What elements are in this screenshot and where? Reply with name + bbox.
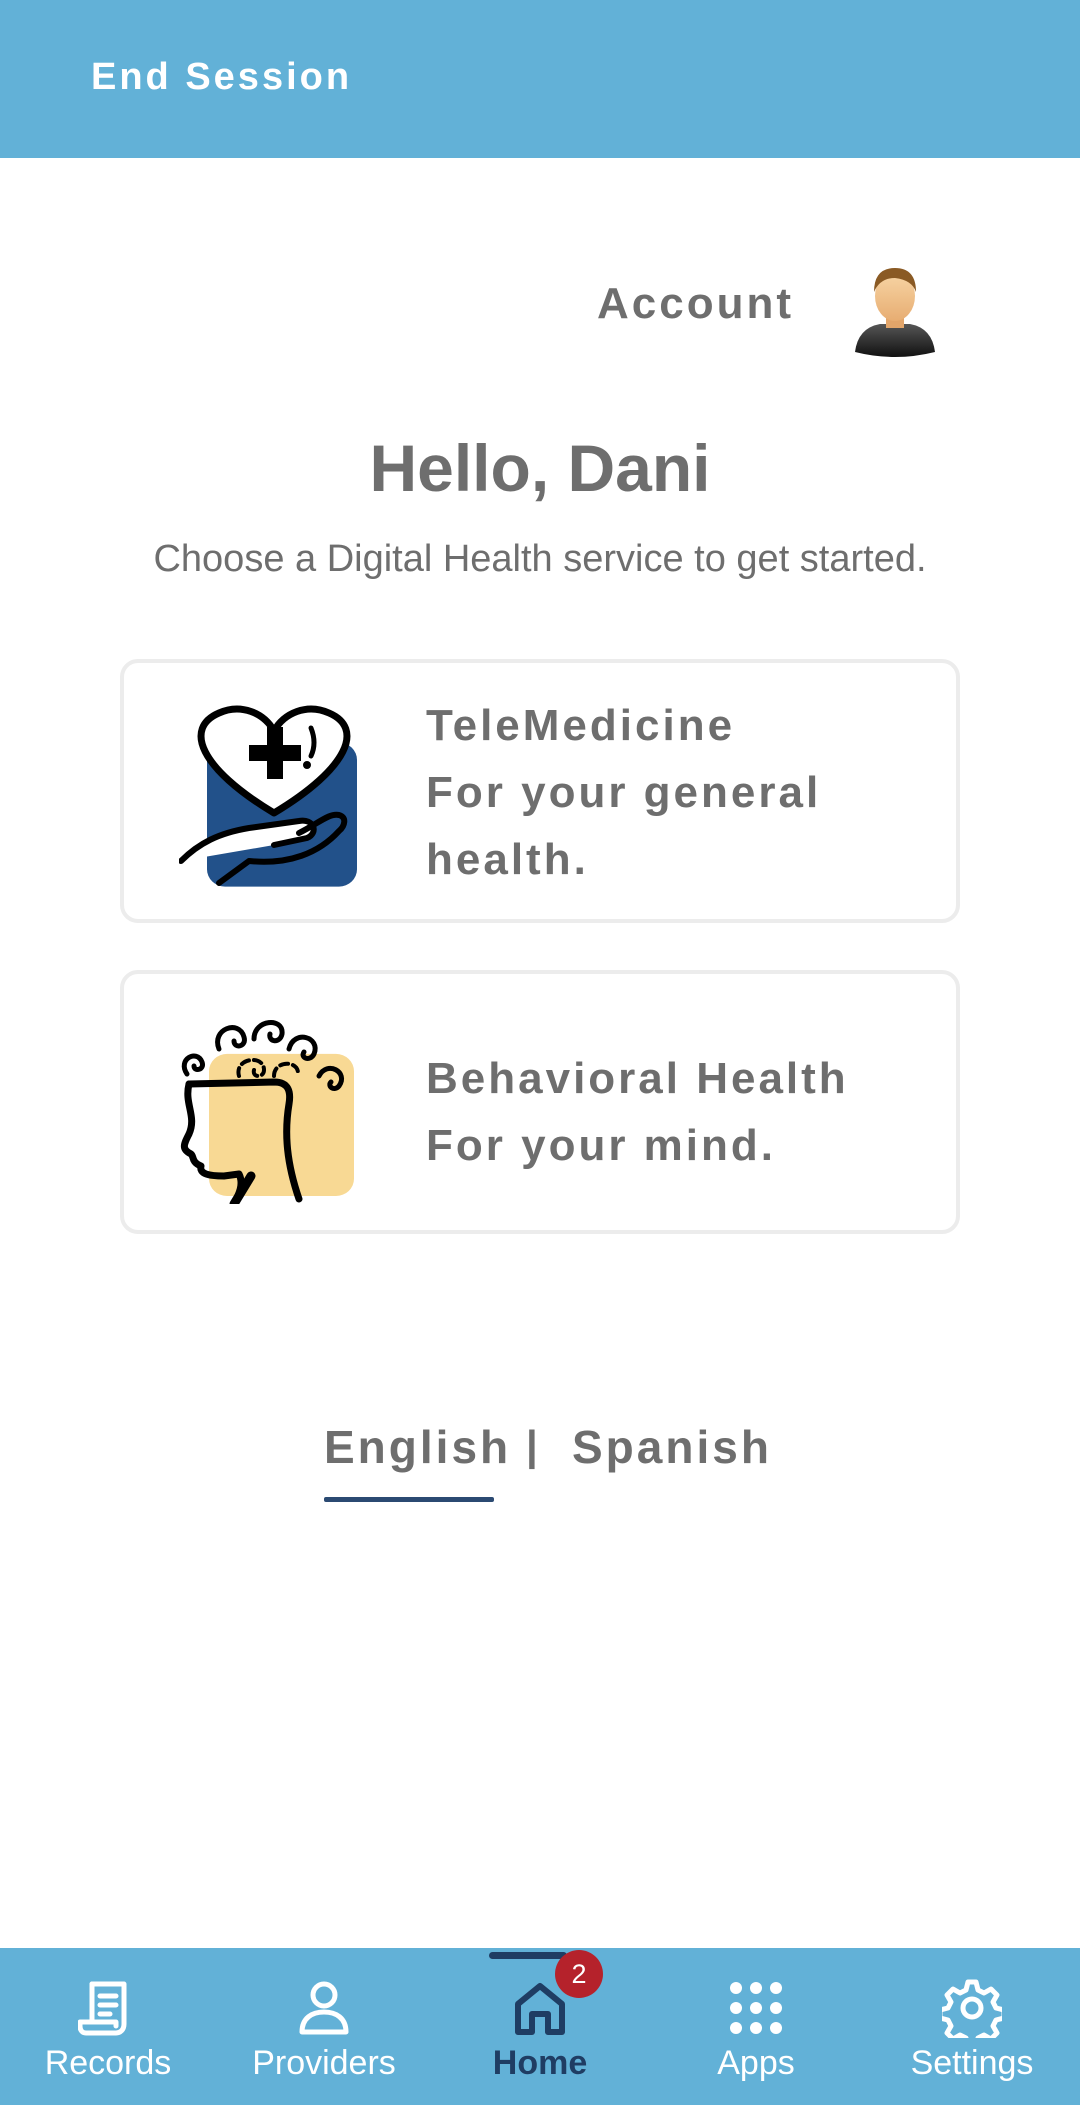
nav-home-label: Home (492, 2044, 588, 2082)
nav-apps-label: Apps (717, 2044, 795, 2082)
heart-hand-icon (179, 705, 357, 887)
nav-apps[interactable]: Apps (648, 1948, 864, 2105)
telemedicine-card[interactable]: TeleMedicine For your general health. (120, 659, 960, 923)
nav-providers-label: Providers (252, 2044, 396, 2082)
mind-head-icon (180, 1020, 354, 1204)
subtitle-text: Choose a Digital Health service to get s… (153, 538, 927, 580)
language-english-option[interactable]: English (324, 1420, 511, 1474)
behavioral-health-card[interactable]: Behavioral Health For your mind. (120, 970, 960, 1234)
telemedicine-title: TeleMedicine (426, 701, 736, 750)
telemedicine-description-line1: For your general (426, 768, 822, 817)
nav-settings-label: Settings (910, 2044, 1034, 2082)
behavioral-health-description: For your mind. (426, 1121, 776, 1170)
top-bar: End Session (0, 0, 1080, 158)
nav-records[interactable]: Records (0, 1948, 216, 2105)
language-selected-underline (324, 1497, 494, 1502)
account-link[interactable]: Account (597, 279, 794, 329)
app-screen: End Session Account Hello, Dani Choose a… (0, 0, 1080, 2105)
language-separator: | (526, 1422, 538, 1469)
records-icon (78, 1981, 127, 2036)
nav-home[interactable]: Home (432, 1948, 648, 2105)
nav-providers[interactable]: Providers (216, 1948, 432, 2105)
nav-records-label: Records (44, 2044, 172, 2082)
nav-active-indicator (489, 1952, 567, 1959)
apps-grid-icon (730, 1982, 782, 2034)
bottom-navigation: Records Providers Home Apps Settings (0, 1948, 1080, 2105)
person-icon (299, 1981, 349, 2035)
language-spanish-option[interactable]: Spanish (572, 1420, 772, 1474)
home-notification-badge: 2 (555, 1950, 603, 1998)
greeting-heading: Hello, Dani (369, 431, 711, 505)
end-session-button[interactable]: End Session (91, 56, 352, 99)
user-avatar-icon[interactable] (850, 262, 940, 358)
behavioral-health-title: Behavioral Health (426, 1054, 849, 1103)
nav-settings[interactable]: Settings (864, 1948, 1080, 2105)
gear-icon (942, 1979, 1002, 2038)
telemedicine-description-line2: health. (426, 835, 589, 884)
